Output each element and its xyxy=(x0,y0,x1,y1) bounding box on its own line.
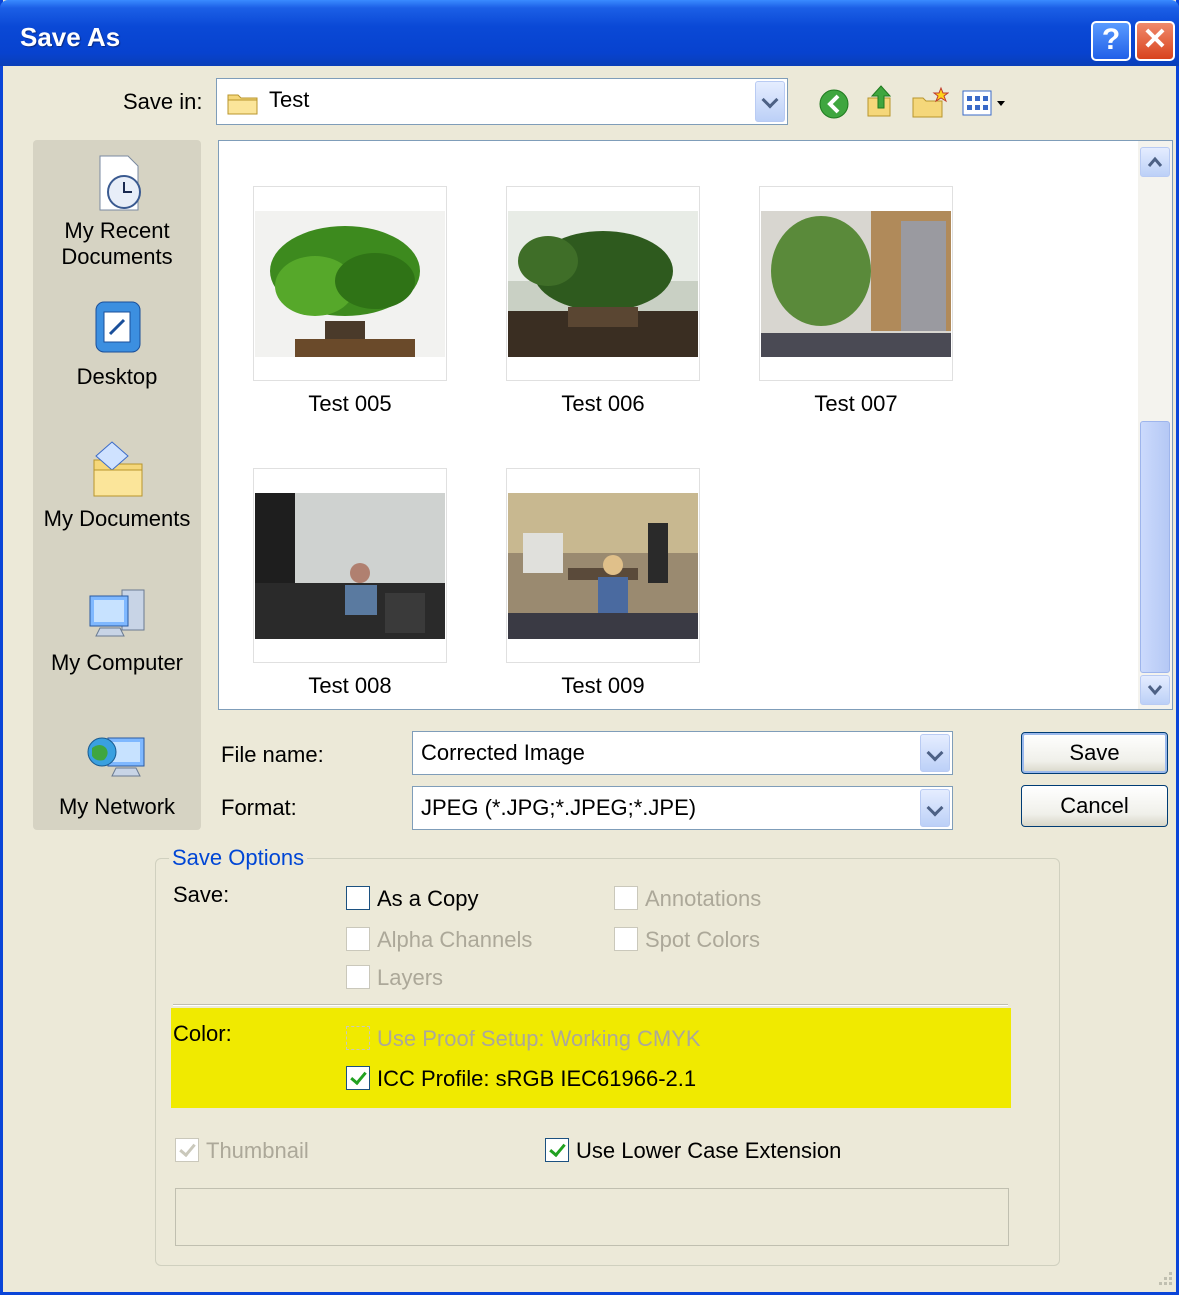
spot-colors-checkbox[interactable] xyxy=(614,927,638,951)
scroll-down-button[interactable] xyxy=(1140,675,1170,705)
save-label: Save: xyxy=(173,882,230,907)
place-my-documents[interactable]: My Documents xyxy=(33,440,201,532)
place-my-network[interactable]: My Network xyxy=(33,728,201,820)
recent-documents-icon xyxy=(82,152,152,214)
help-button[interactable]: ? xyxy=(1091,21,1131,61)
my-network-icon xyxy=(82,728,152,790)
chevron-up-icon xyxy=(1147,156,1163,167)
photo-image xyxy=(255,211,445,357)
save-as-dialog: Save As ? ✕ Save in: Test My Recent Docu… xyxy=(0,0,1179,1295)
format-dropdown[interactable]: JPEG (*.JPG;*.JPEG;*.JPE) xyxy=(412,786,953,830)
divider xyxy=(173,1004,1008,1006)
save-in-value: Test xyxy=(269,87,310,112)
format-label: Format: xyxy=(221,795,297,820)
back-icon[interactable] xyxy=(818,88,850,120)
file-thumbnail[interactable] xyxy=(253,186,447,381)
file-name-field[interactable]: Corrected Image xyxy=(412,731,953,775)
vertical-scrollbar[interactable] xyxy=(1138,141,1172,709)
file-name-label: Test 006 xyxy=(561,391,645,416)
place-label: Desktop xyxy=(76,364,158,389)
file-thumbnail[interactable] xyxy=(759,186,953,381)
title-bar[interactable]: Save As ? ✕ xyxy=(0,0,1179,66)
icc-profile-label: ICC Profile: sRGB IEC61966-2.1 xyxy=(377,1066,697,1091)
chevron-down-icon[interactable] xyxy=(920,734,950,772)
photo-image xyxy=(255,493,445,639)
close-button[interactable]: ✕ xyxy=(1135,21,1175,61)
photo-image xyxy=(761,211,951,357)
chevron-down-icon[interactable] xyxy=(755,81,785,122)
alpha-channels-label: Alpha Channels xyxy=(377,927,533,952)
file-name-label: File name: xyxy=(221,742,324,767)
my-computer-icon xyxy=(82,584,152,646)
file-thumbnail[interactable] xyxy=(506,468,700,663)
file-thumbnail[interactable] xyxy=(253,468,447,663)
place-label: My Documents xyxy=(43,506,191,531)
views-menu-icon[interactable] xyxy=(961,88,1009,118)
file-name-value: Corrected Image xyxy=(421,740,585,765)
color-label: Color: xyxy=(173,1021,232,1046)
new-folder-icon[interactable] xyxy=(911,86,949,120)
file-name-label: Test 009 xyxy=(561,673,645,698)
folder-icon xyxy=(227,94,258,115)
color-highlight xyxy=(171,1008,1011,1108)
place-label: My Computer xyxy=(50,650,184,675)
spot-colors-label: Spot Colors xyxy=(645,927,760,952)
file-name-label: Test 008 xyxy=(308,673,392,698)
use-lower-case-extension-checkbox[interactable] xyxy=(545,1138,569,1162)
file-name-label: Test 007 xyxy=(814,391,898,416)
annotations-label: Annotations xyxy=(645,886,762,911)
file-list[interactable]: Test 005 Test 006 Test 007 Test 008 Test… xyxy=(218,140,1173,710)
place-label: My Network xyxy=(58,794,176,819)
use-proof-setup-checkbox[interactable] xyxy=(346,1026,370,1050)
scroll-up-button[interactable] xyxy=(1140,147,1170,177)
icc-profile-checkbox[interactable] xyxy=(346,1066,370,1090)
alpha-channels-checkbox[interactable] xyxy=(346,927,370,951)
photo-image xyxy=(508,493,698,639)
file-name-label: Test 005 xyxy=(308,391,392,416)
save-in-dropdown[interactable]: Test xyxy=(216,78,788,125)
chevron-down-icon[interactable] xyxy=(920,789,950,827)
my-documents-icon xyxy=(82,440,152,502)
save-button[interactable]: Save xyxy=(1021,732,1168,774)
place-desktop[interactable]: Desktop xyxy=(33,298,201,390)
file-thumbnail[interactable] xyxy=(506,186,700,381)
message-area xyxy=(175,1188,1009,1246)
place-my-computer[interactable]: My Computer xyxy=(33,584,201,676)
chevron-down-icon xyxy=(1147,685,1163,696)
desktop-icon xyxy=(82,298,152,360)
resize-grip-icon[interactable] xyxy=(1155,1268,1175,1288)
save-in-label: Save in: xyxy=(123,89,203,114)
places-bar: My Recent Documents Desktop My Documents… xyxy=(33,140,201,830)
as-a-copy-checkbox[interactable] xyxy=(346,886,370,910)
use-lower-case-extension-label: Use Lower Case Extension xyxy=(576,1138,842,1163)
use-proof-setup-label: Use Proof Setup: Working CMYK xyxy=(377,1026,701,1051)
layers-checkbox[interactable] xyxy=(346,965,370,989)
format-value: JPEG (*.JPG;*.JPEG;*.JPE) xyxy=(421,795,697,820)
photo-image xyxy=(508,211,698,357)
annotations-checkbox[interactable] xyxy=(614,886,638,910)
window-title: Save As xyxy=(20,22,121,52)
cancel-button[interactable]: Cancel xyxy=(1021,785,1168,827)
as-a-copy-label: As a Copy xyxy=(377,886,479,911)
place-my-recent-documents[interactable]: My Recent Documents xyxy=(33,152,201,270)
up-folder-icon[interactable] xyxy=(865,84,899,120)
place-label: My Recent Documents xyxy=(61,218,173,269)
layers-label: Layers xyxy=(377,965,444,990)
save-options-legend: Save Options xyxy=(169,845,308,871)
scroll-thumb[interactable] xyxy=(1140,421,1170,673)
thumbnail-checkbox[interactable] xyxy=(175,1138,199,1162)
thumbnail-label: Thumbnail xyxy=(206,1138,309,1163)
